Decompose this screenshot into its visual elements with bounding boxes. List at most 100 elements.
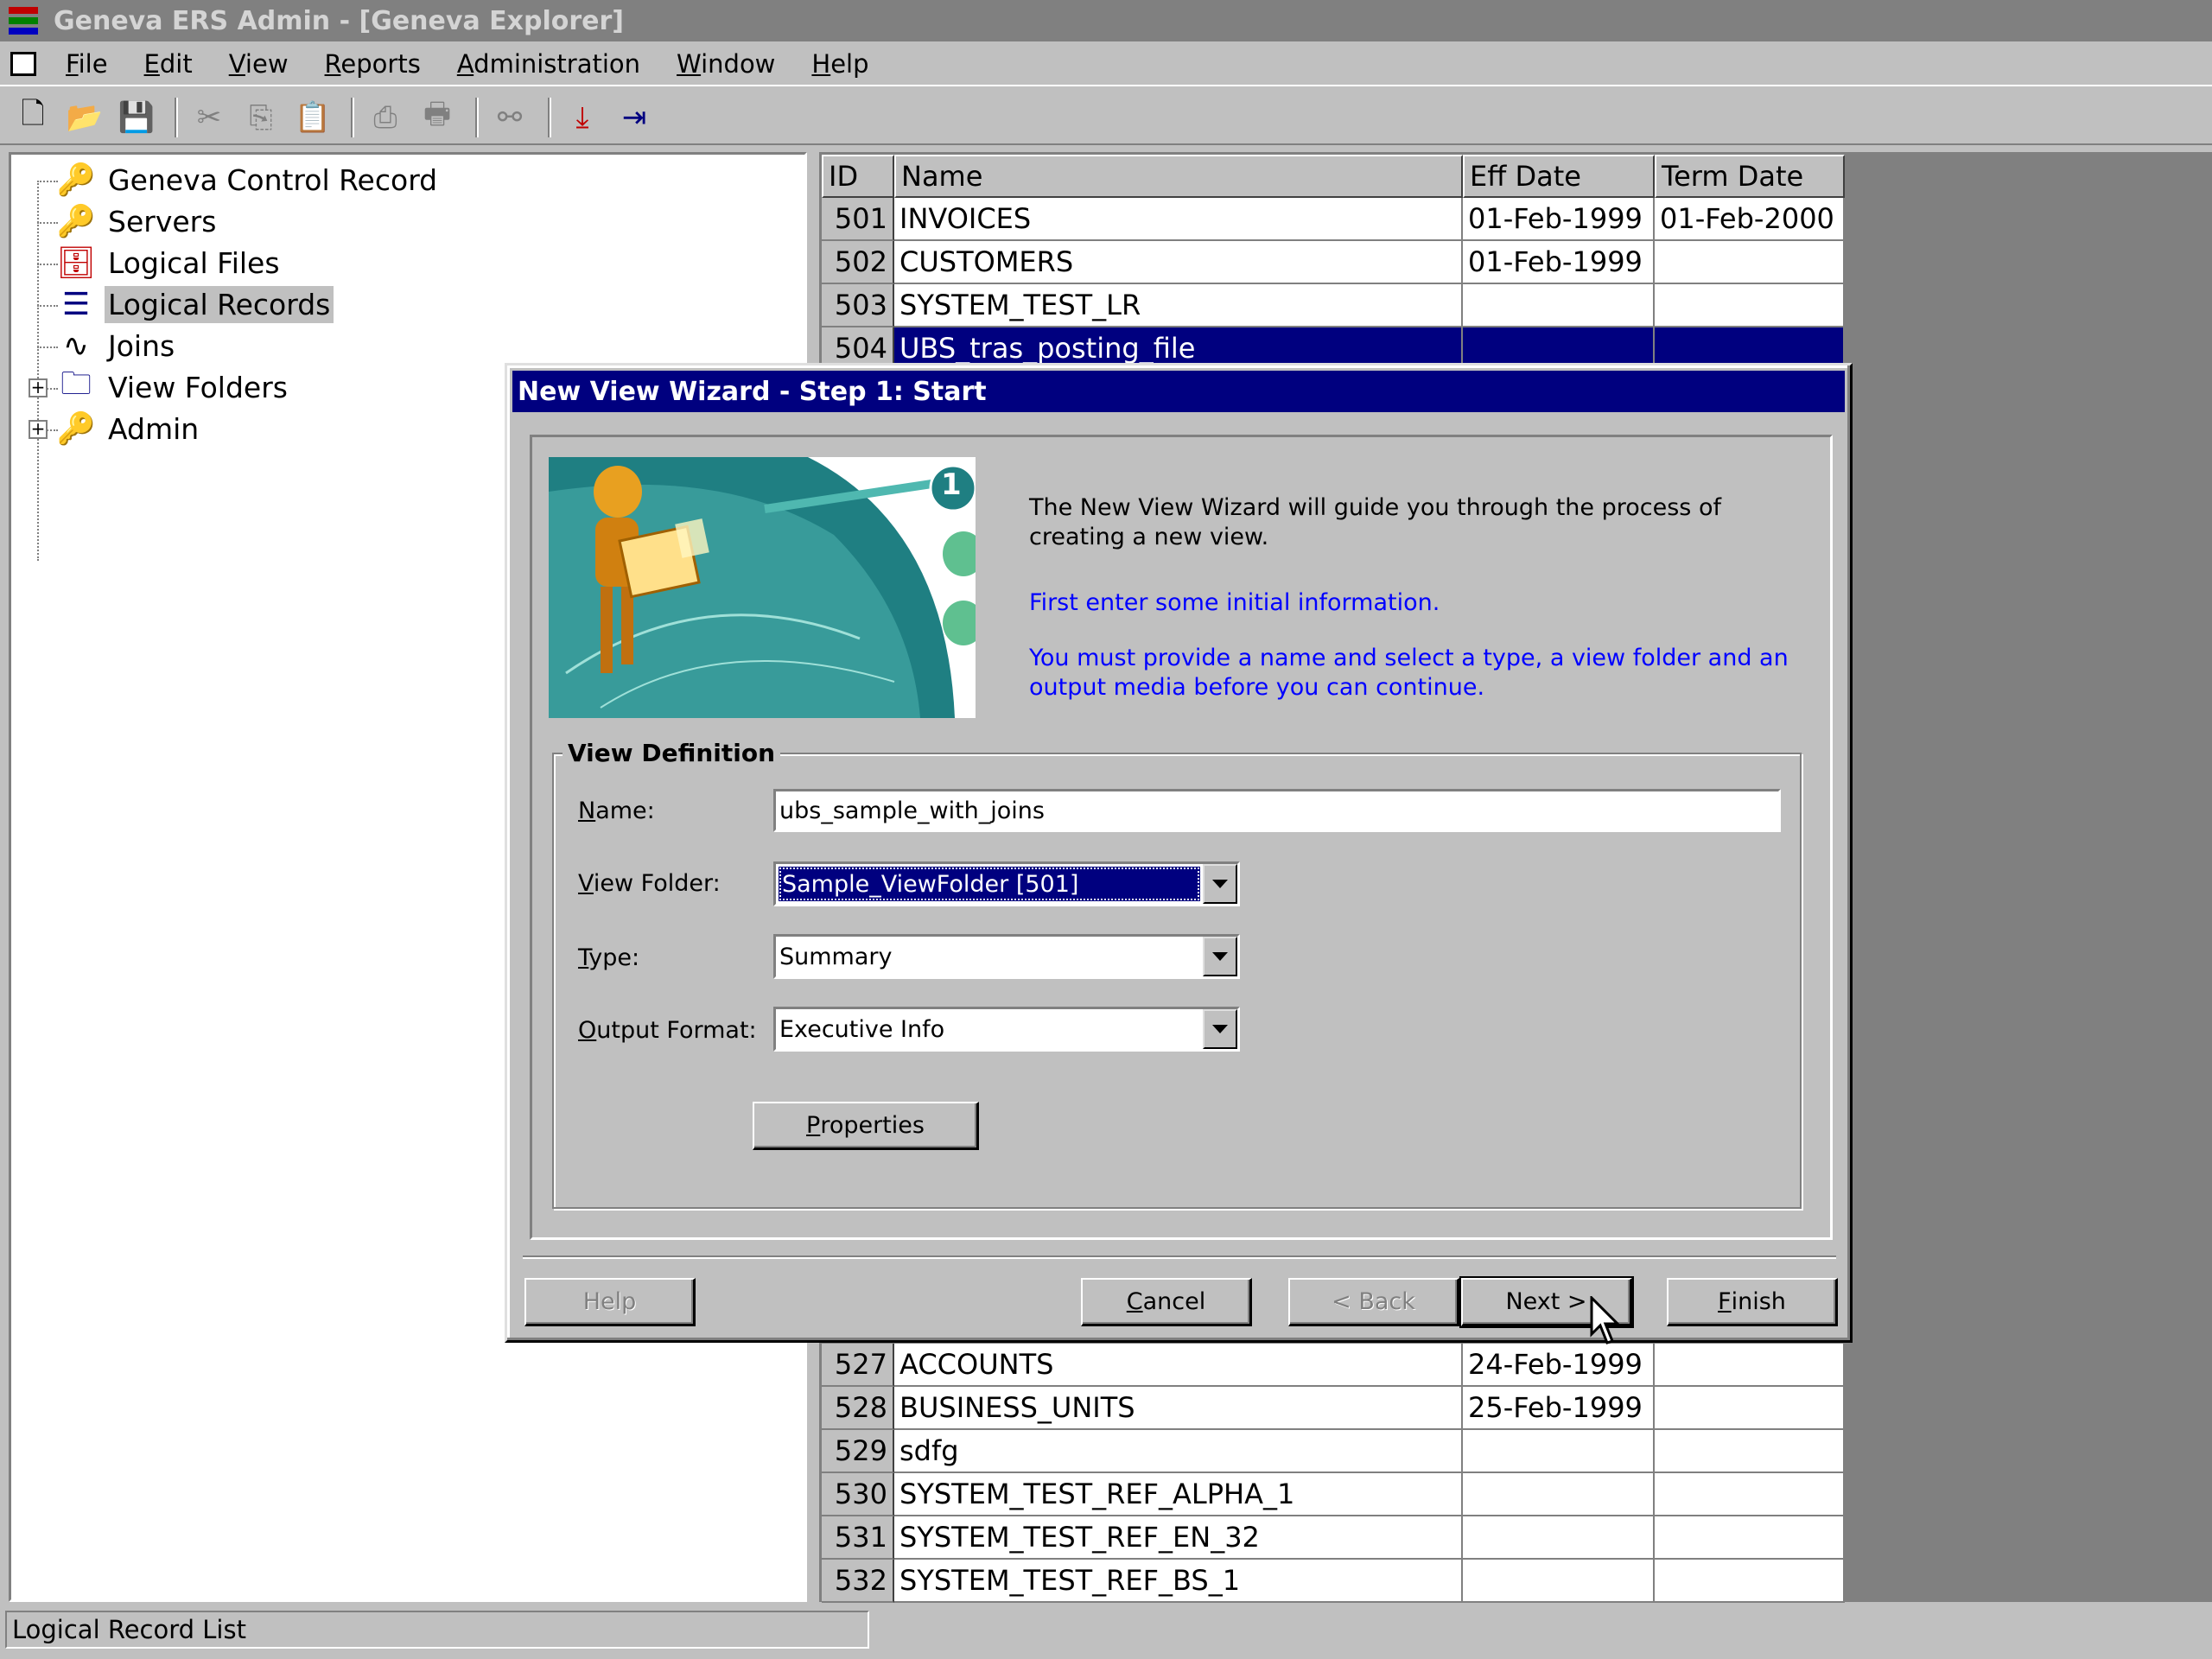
tree-item-admin[interactable]: 🔑 Admin <box>56 409 202 448</box>
view-folder-select[interactable]: Sample_ViewFolder [501] <box>773 861 1240 906</box>
finish-button[interactable]: Finish <box>1667 1278 1838 1326</box>
output-format-value: Executive Info <box>779 1015 945 1043</box>
cell-term-date <box>1655 1473 1845 1516</box>
document-system-menu-icon[interactable] <box>10 52 36 76</box>
tree-item-geneva-control-record[interactable]: 🔑 Geneva Control Record <box>56 160 441 200</box>
name-input[interactable]: ubs_sample_with_joins <box>773 789 1781 832</box>
chevron-down-icon <box>1212 952 1228 961</box>
tree-item-logical-files[interactable]: 🗄 Logical Files <box>56 243 283 283</box>
type-value: Summary <box>779 943 893 970</box>
mouse-pointer-icon <box>1590 1296 1621 1344</box>
new-view-wizard-dialog: New View Wizard - Step 1: Start 1 The Ne… <box>505 363 1853 1343</box>
cell-eff-date <box>1463 284 1655 327</box>
cell-eff-date <box>1463 1430 1655 1473</box>
expand-view-folders-button[interactable]: + <box>29 378 48 397</box>
column-header-name[interactable]: Name <box>894 155 1463 198</box>
cell-name: BUSINESS_UNITS <box>894 1387 1463 1430</box>
menu-edit[interactable]: Edit <box>139 46 198 82</box>
cell-name: INVOICES <box>894 198 1463 241</box>
status-text: Logical Record List <box>5 1611 869 1649</box>
back-button[interactable]: < Back <box>1288 1278 1459 1326</box>
menu-reports[interactable]: Reports <box>320 46 426 82</box>
chevron-down-icon <box>1212 1025 1228 1033</box>
menu-view[interactable]: View <box>224 46 294 82</box>
wizard-instruction-1: First enter some initial information. <box>1029 589 1440 616</box>
save-icon[interactable]: 💾 <box>114 95 159 140</box>
column-header-eff-date[interactable]: Eff Date <box>1463 155 1655 198</box>
type-select[interactable]: Summary <box>773 934 1240 979</box>
cell-name: SYSTEM_TEST_REF_BS_1 <box>894 1560 1463 1603</box>
table-row[interactable]: 527 ACCOUNTS 24-Feb-1999 <box>822 1344 1845 1387</box>
cell-eff-date: 01-Feb-1999 <box>1463 241 1655 284</box>
view-folder-dropdown-button[interactable] <box>1203 864 1237 904</box>
menu-file[interactable]: File <box>60 46 113 82</box>
hierarchy-icon[interactable]: ⚯ <box>487 95 532 140</box>
grid-empty-area <box>1846 152 2212 1602</box>
cancel-button[interactable]: Cancel <box>1081 1278 1252 1326</box>
cell-name: SYSTEM_TEST_REF_ALPHA_1 <box>894 1473 1463 1516</box>
view-folder-value: Sample_ViewFolder [501] <box>779 867 1200 901</box>
cell-term-date <box>1655 1344 1845 1387</box>
help-button[interactable]: Help <box>524 1278 696 1326</box>
tree-connector <box>37 346 58 348</box>
status-bar: Logical Record List <box>0 1607 2212 1652</box>
cut-icon[interactable]: ✂ <box>187 95 232 140</box>
cell-term-date <box>1655 1560 1845 1603</box>
open-icon[interactable]: 📂 <box>62 95 107 140</box>
import-icon[interactable]: ⤓ <box>560 95 605 140</box>
table-row[interactable]: 529 sdfg <box>822 1430 1845 1473</box>
cell-term-date <box>1655 1516 1845 1560</box>
table-row[interactable]: 501 INVOICES 01-Feb-1999 01-Feb-2000 <box>822 198 1845 241</box>
table-row[interactable]: 503 SYSTEM_TEST_LR <box>822 284 1845 327</box>
control-record-icon: 🔑 <box>56 162 96 198</box>
cell-term-date: 01-Feb-2000 <box>1655 198 1845 241</box>
paste-icon[interactable]: 📋 <box>290 95 335 140</box>
cell-id: 503 <box>822 284 894 327</box>
window-title: Geneva ERS Admin - [Geneva Explorer] <box>54 5 624 36</box>
cell-term-date <box>1655 1430 1845 1473</box>
print-preview-icon[interactable]: 🖶 <box>415 95 460 140</box>
admin-icon: 🔑 <box>56 411 96 447</box>
tree-connector <box>37 181 39 561</box>
menu-administration[interactable]: Administration <box>452 46 645 82</box>
wizard-illustration: 1 <box>549 457 976 718</box>
tree-connector <box>37 264 58 265</box>
export-icon[interactable]: ⇥ <box>612 95 657 140</box>
cell-id: 532 <box>822 1560 894 1603</box>
tree-item-view-folders[interactable]: 🗀 View Folders <box>56 366 291 407</box>
table-row[interactable]: 531 SYSTEM_TEST_REF_EN_32 <box>822 1516 1845 1560</box>
cell-term-date <box>1655 284 1845 327</box>
output-format-dropdown-button[interactable] <box>1203 1009 1237 1049</box>
toolbar-separator <box>351 98 354 137</box>
menu-window[interactable]: Window <box>671 46 780 82</box>
wizard-instruction-2: You must provide a name and select a typ… <box>1029 645 1789 701</box>
tree-item-logical-records[interactable]: ☰ Logical Records <box>56 284 334 324</box>
table-row[interactable]: 530 SYSTEM_TEST_REF_ALPHA_1 <box>822 1473 1845 1516</box>
new-icon[interactable]: 🗋 <box>10 95 55 140</box>
table-row[interactable]: 528 BUSINESS_UNITS 25-Feb-1999 <box>822 1387 1845 1430</box>
tree-connector <box>37 181 58 182</box>
chevron-down-icon <box>1212 880 1228 888</box>
dialog-separator <box>523 1255 1836 1259</box>
cell-eff-date <box>1463 1560 1655 1603</box>
type-dropdown-button[interactable] <box>1203 937 1237 976</box>
table-row[interactable]: 532 SYSTEM_TEST_REF_BS_1 <box>822 1560 1845 1603</box>
copy-icon[interactable]: ⎘ <box>238 95 283 140</box>
tree-item-servers[interactable]: 🔑 Servers <box>56 201 219 241</box>
properties-button[interactable]: Properties <box>753 1102 979 1150</box>
cell-id: 529 <box>822 1430 894 1473</box>
table-row[interactable]: 502 CUSTOMERS 01-Feb-1999 <box>822 241 1845 284</box>
output-format-select[interactable]: Executive Info <box>773 1007 1240 1052</box>
cell-id: 528 <box>822 1387 894 1430</box>
cell-eff-date <box>1463 1516 1655 1560</box>
tree-item-joins[interactable]: ∿ Joins <box>56 326 178 365</box>
type-field-label: Type: <box>578 944 640 971</box>
column-header-term-date[interactable]: Term Date <box>1655 155 1845 198</box>
name-field-label: Name: <box>578 798 655 824</box>
wizard-intro-text: The New View Wizard will guide you throu… <box>1029 494 1721 550</box>
column-header-id[interactable]: ID <box>822 155 894 198</box>
print-icon[interactable]: ⎙ <box>363 95 408 140</box>
expand-admin-button[interactable]: + <box>29 420 48 439</box>
cell-name: SYSTEM_TEST_REF_EN_32 <box>894 1516 1463 1560</box>
menu-help[interactable]: Help <box>806 46 874 82</box>
